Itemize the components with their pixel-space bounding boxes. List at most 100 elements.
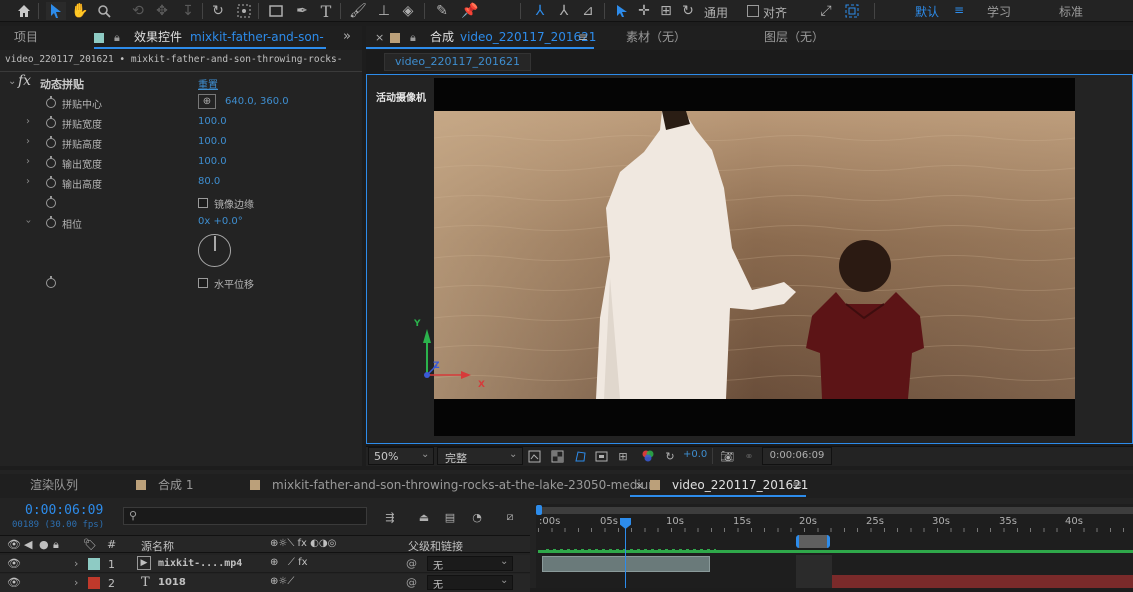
phase-dial[interactable] (198, 234, 231, 267)
composition-snap-icon[interactable] (842, 2, 862, 20)
layer-switch-icons[interactable]: ⊕ ⟋ fx (270, 557, 308, 568)
layer-switch-icons[interactable]: ⊕☼⟋ (270, 576, 294, 587)
tab-composition-name[interactable]: video_220117_201621 (460, 26, 596, 48)
region-of-interest-icon[interactable] (593, 448, 609, 464)
grid-guides-icon[interactable]: ⊞ (615, 448, 631, 464)
reset-exposure-icon[interactable]: ↻ (662, 448, 678, 464)
composition-breadcrumb[interactable]: video_220117_201621 (384, 53, 532, 71)
zoom-tool-icon[interactable] (94, 2, 114, 20)
roto-brush-tool-icon[interactable]: ✎ (432, 2, 452, 20)
stopwatch-icon[interactable] (46, 156, 56, 168)
property-value[interactable]: 640.0, 360.0 (225, 96, 289, 107)
visibility-eye-icon[interactable]: 👁︎ (7, 576, 21, 589)
visibility-eye-icon[interactable]: 👁︎ (7, 557, 21, 570)
pan-behind-tool-icon[interactable] (234, 2, 254, 20)
text-layer-duration-bar[interactable] (832, 575, 1133, 588)
work-area-bar[interactable] (796, 535, 830, 548)
rotate-snap-icon[interactable]: ↻ (678, 2, 698, 20)
tab-comp-1[interactable]: 合成 1 (158, 474, 193, 496)
clone-stamp-tool-icon[interactable]: ⊥ (374, 2, 394, 20)
snap-checkbox[interactable] (747, 5, 759, 17)
tab-video-comp[interactable]: video_220117_201621 (672, 474, 808, 496)
time-navigator[interactable] (538, 507, 1133, 514)
hand-tool-icon[interactable]: ✋ (70, 2, 90, 20)
workspace-default[interactable]: 默认 (915, 3, 939, 20)
expand-chevron-icon[interactable]: › (26, 116, 30, 127)
mask-visibility-icon[interactable] (572, 448, 588, 464)
source-name-header[interactable]: 源名称 (141, 538, 174, 554)
solo-header-icon[interactable]: ● (39, 538, 49, 551)
crosshair-icon[interactable]: ✛ (634, 2, 654, 20)
tab-effect-controls[interactable]: 效果控件 (134, 26, 182, 48)
stopwatch-icon[interactable] (46, 136, 56, 148)
eraser-tool-icon[interactable]: ◈ (398, 2, 418, 20)
graph-editor-icon[interactable]: ⧄ (500, 509, 520, 525)
fx-icon[interactable]: fx (18, 73, 31, 89)
stopwatch-icon[interactable] (46, 196, 56, 208)
dolly-tool-icon[interactable]: ↧ (178, 2, 198, 20)
universal-label[interactable]: 通用 (704, 4, 728, 21)
zoom-dropdown[interactable]: 50% ⌄ (368, 447, 434, 465)
rectangle-tool-icon[interactable] (266, 2, 286, 20)
type-tool-icon[interactable]: T (316, 2, 336, 21)
snap-magnet-icon[interactable]: ⤢ (816, 2, 836, 20)
layer-name[interactable]: 1018 (158, 577, 186, 588)
orbit-tool-icon[interactable]: ⟲ (124, 2, 152, 20)
composition-canvas[interactable] (434, 78, 1075, 436)
workspace-learn[interactable]: 学习 (987, 3, 1011, 20)
phase-value[interactable]: 0x +0.0° (198, 216, 243, 227)
layer-duration-bar[interactable] (542, 556, 710, 572)
brush-tool-icon[interactable]: 🖌 (348, 2, 368, 20)
stopwatch-icon[interactable] (46, 216, 56, 228)
expand-chevron-icon[interactable]: › (26, 176, 30, 187)
tab-render-queue[interactable]: 渲染队列 (30, 474, 78, 496)
lock-icon[interactable]: 🔒︎ (114, 31, 120, 45)
workspace-standard[interactable]: 标准 (1059, 3, 1083, 20)
hide-shy-layers-icon[interactable]: ▤ (440, 509, 460, 525)
tab-project[interactable]: 项目 (14, 26, 38, 48)
audio-header-icon[interactable]: ◀︎ (24, 538, 32, 551)
switches-header-icons[interactable]: ⊕☼⟍ fx ◐◑◎ (270, 538, 336, 549)
layer-label-color[interactable] (88, 558, 100, 570)
expand-chevron-icon[interactable]: › (74, 576, 78, 589)
mirror-edges-checkbox[interactable] (198, 198, 208, 208)
world-axis-icon[interactable]: ⅄ (554, 2, 574, 20)
frame-blending-icon[interactable]: ◔ (467, 509, 487, 525)
stopwatch-icon[interactable] (46, 276, 56, 288)
local-axis-icon[interactable]: ⅄ (530, 2, 550, 20)
home-icon[interactable] (14, 2, 34, 20)
layer-row[interactable]: 👁︎ › 1 ▶ mixkit-....mp4 ⊕ ⟋ fx @ 无 ⌄ (0, 555, 530, 573)
stopwatch-icon[interactable] (46, 176, 56, 188)
show-snapshot-icon[interactable]: ⚭ (741, 448, 757, 464)
tab-menu-icon[interactable]: ≡ (578, 30, 588, 44)
workspace-menu-icon[interactable]: ≡ (954, 3, 964, 17)
tab-menu-icon[interactable]: ≡ (792, 478, 802, 492)
rotation-tool-icon[interactable]: ↻ (208, 2, 228, 20)
lock-header-icon[interactable]: 🔒︎ (53, 538, 59, 552)
label-header-icon[interactable]: 🏷︎ (83, 538, 97, 551)
property-value[interactable]: 80.0 (198, 176, 220, 187)
tab-footage[interactable]: 素材（无） (626, 26, 686, 48)
comp-mini-flowchart-icon[interactable]: ⇶ (380, 509, 400, 525)
current-time[interactable]: 0:00:06:09 (25, 503, 103, 518)
layer-search-input[interactable]: ⚲ (123, 507, 367, 525)
lock-icon[interactable]: 🔒︎ (410, 31, 416, 45)
selection-cursor-icon[interactable] (612, 2, 632, 20)
resolution-dropdown[interactable]: 完整 ⌄ (437, 447, 523, 465)
fast-preview-icon[interactable] (526, 448, 542, 464)
layer-label-color[interactable] (88, 577, 100, 589)
property-value[interactable]: 100.0 (198, 136, 227, 147)
channel-rgb-icon[interactable] (640, 448, 656, 464)
grid-snap-icon[interactable]: ⊞ (656, 2, 676, 20)
parent-link-header[interactable]: 父级和链接 (408, 538, 463, 554)
stopwatch-icon[interactable] (46, 116, 56, 128)
tab-layer[interactable]: 图层（无） (764, 26, 824, 48)
navigator-start-handle[interactable] (536, 505, 542, 515)
pan-tool-icon[interactable]: ✥ (150, 2, 174, 20)
pickwhip-icon[interactable]: @ (406, 576, 417, 589)
collapse-chevron-icon[interactable]: › (23, 220, 34, 224)
expand-chevron-icon[interactable]: › (26, 156, 30, 167)
tab-composition[interactable]: 合成 (430, 26, 454, 48)
layer-row[interactable]: 👁︎ › 2 T 1018 ⊕☼⟋ @ 无 ⌄ (0, 574, 530, 592)
close-icon[interactable]: × (375, 31, 384, 44)
